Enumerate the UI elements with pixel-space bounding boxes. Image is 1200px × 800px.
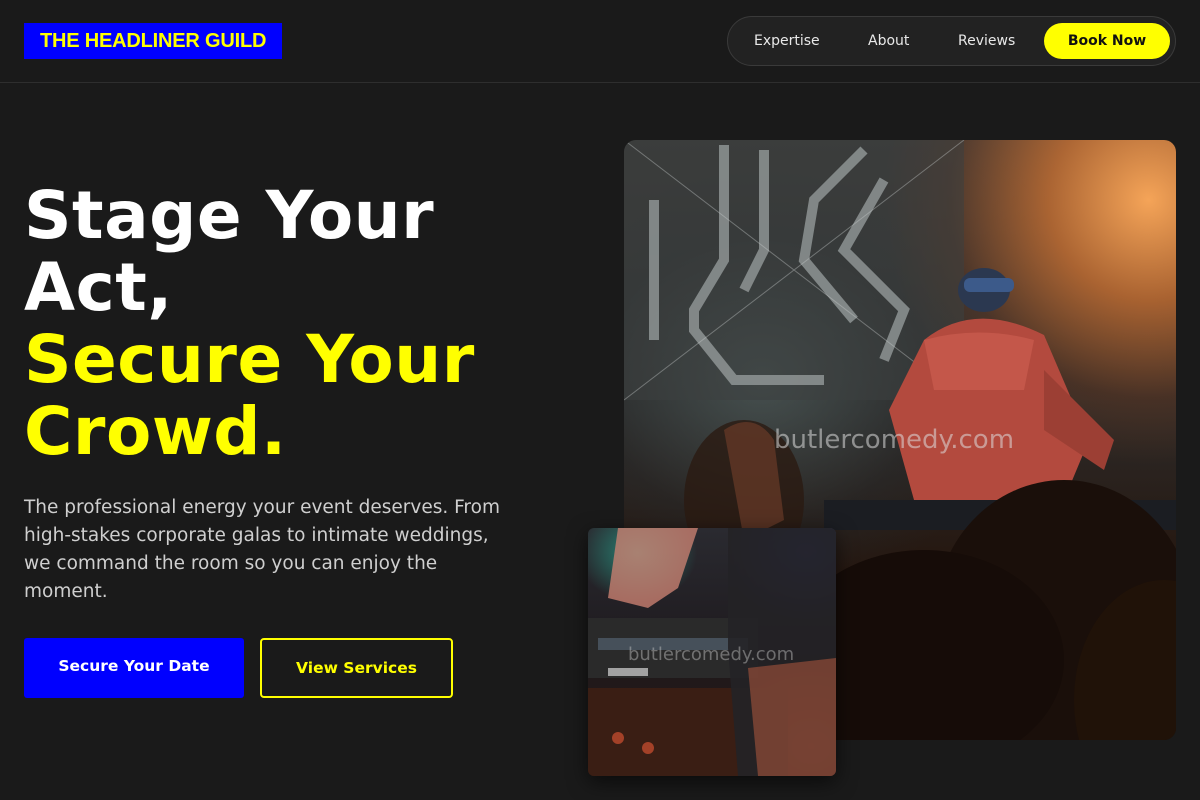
dj-decks-photo: butlercomedy.com <box>588 528 836 776</box>
hero-title-accent-line: Crowd. <box>24 393 287 470</box>
photo-watermark: butlercomedy.com <box>774 425 1015 455</box>
photo-watermark: butlercomedy.com <box>628 644 795 665</box>
hero-subtitle: The professional energy your event deser… <box>24 497 500 602</box>
hero-title: Stage Your Act, Secure Your Crowd. <box>24 180 584 468</box>
nav-link-about[interactable]: About <box>868 17 909 65</box>
nav-link-reviews[interactable]: Reviews <box>958 17 1015 65</box>
hero-title-line: Act, <box>24 249 173 326</box>
main-nav: Expertise About Reviews Book Now <box>727 16 1176 66</box>
book-now-button[interactable]: Book Now <box>1044 23 1170 59</box>
nav-link-expertise[interactable]: Expertise <box>754 17 820 65</box>
view-services-button[interactable]: View Services <box>260 638 453 698</box>
site-header: THE HEADLINER GUILD Expertise About Revi… <box>0 0 1200 83</box>
hero-title-line: Stage Your <box>24 177 435 254</box>
site-logo[interactable]: THE HEADLINER GUILD <box>24 23 283 59</box>
secure-your-date-button[interactable]: Secure Your Date <box>24 638 244 698</box>
hero-title-accent-line: Secure Your <box>24 321 475 398</box>
